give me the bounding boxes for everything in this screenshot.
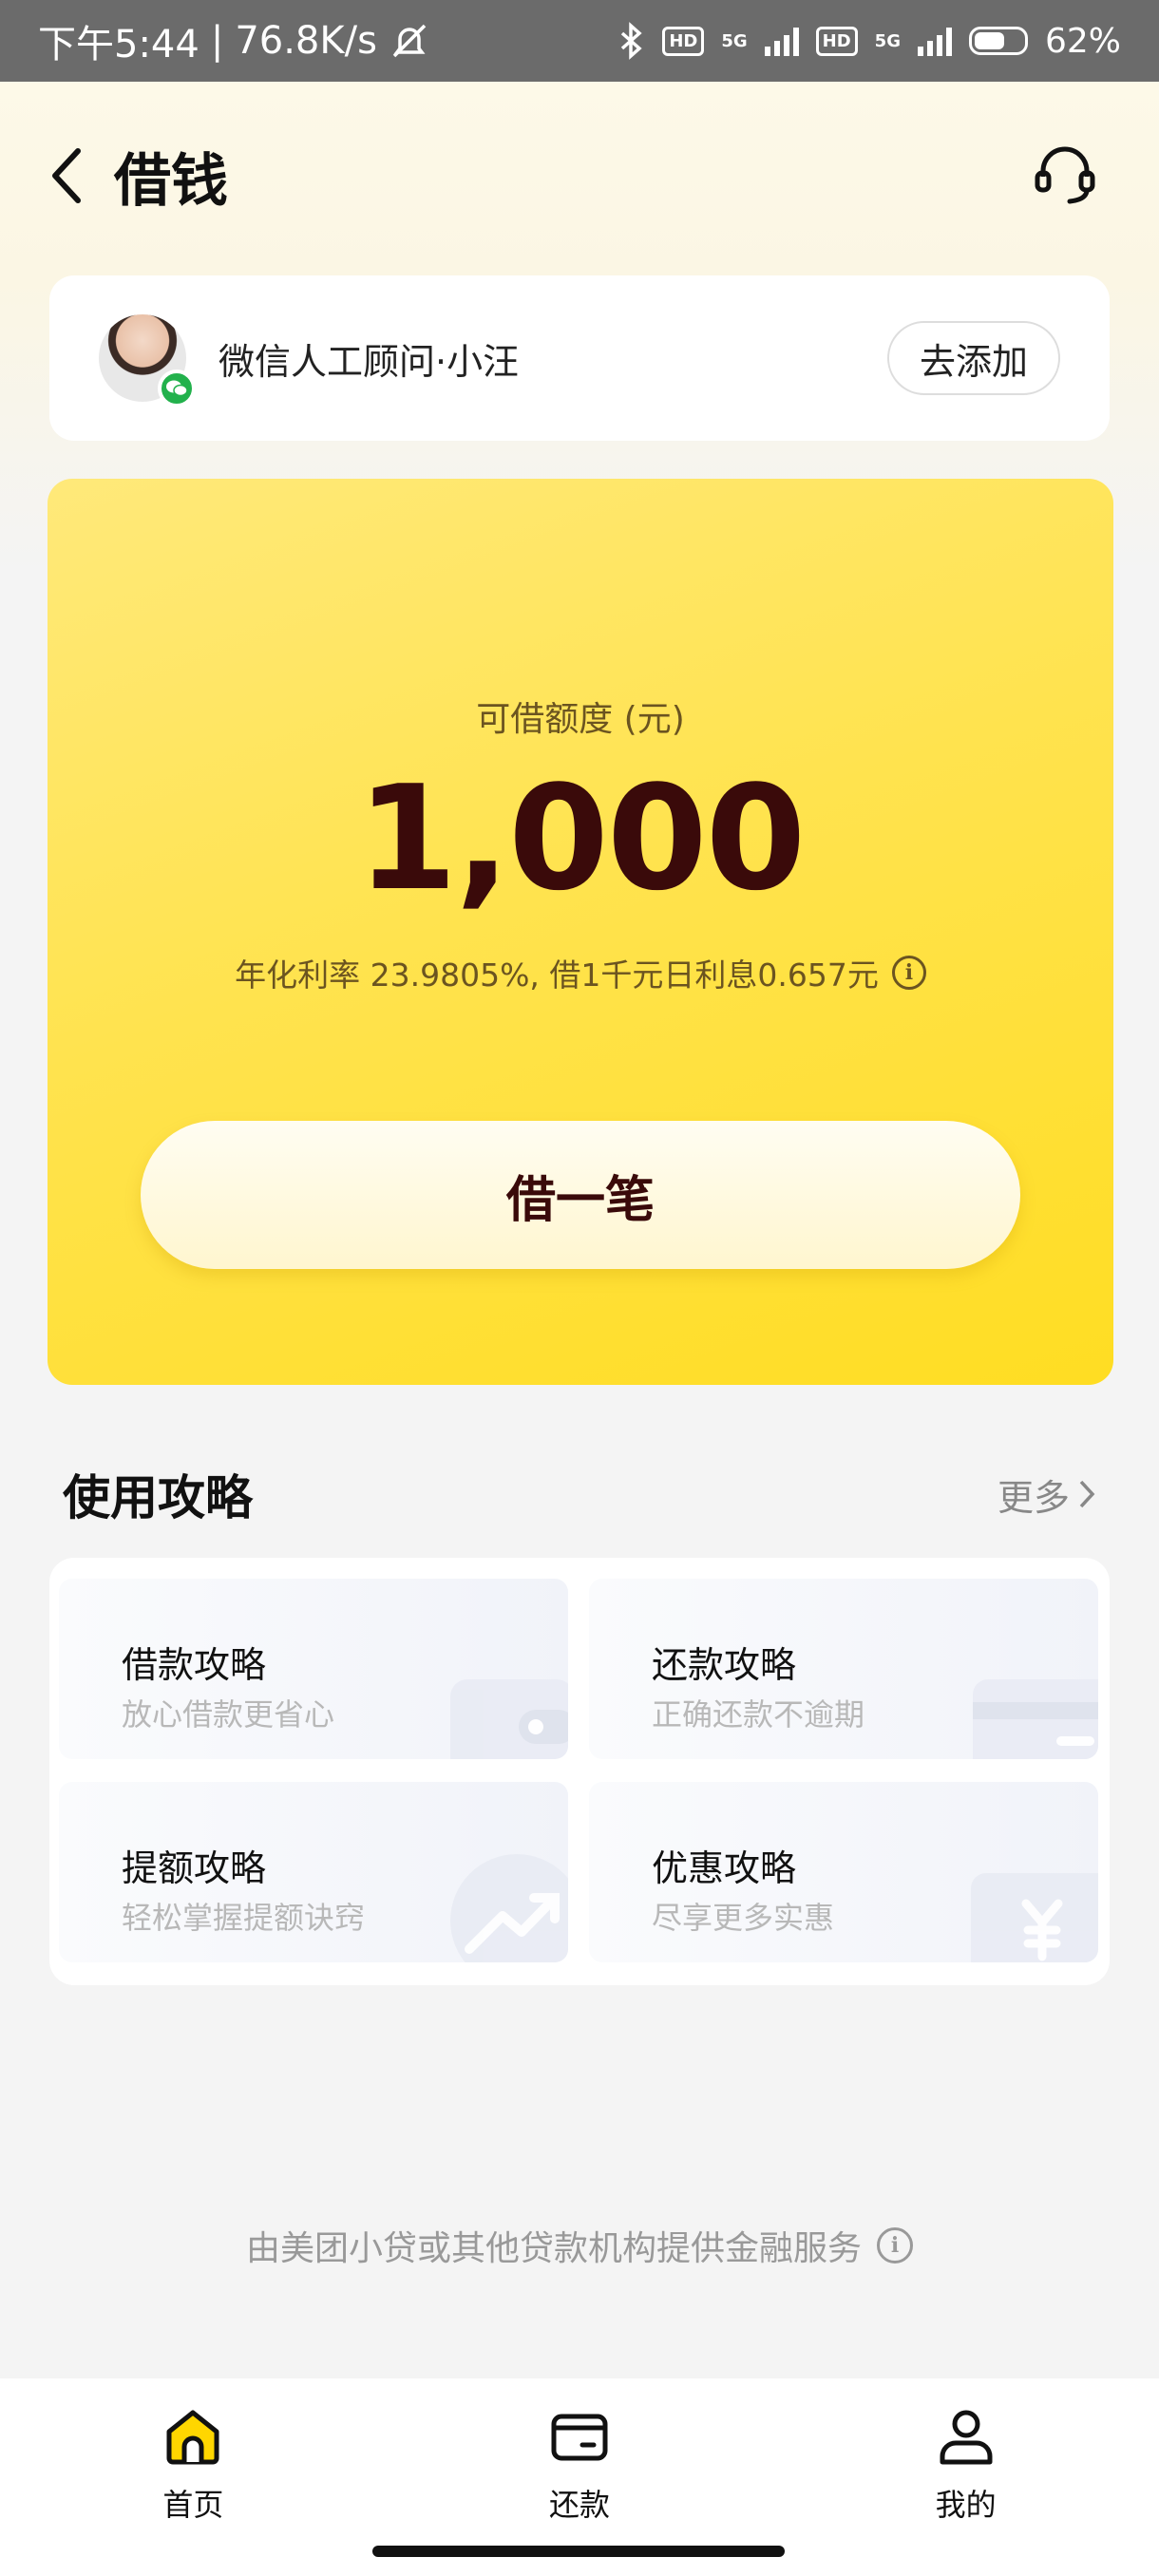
guide-section-title: 使用攻略 — [63, 1470, 253, 1525]
home-icon — [166, 2410, 219, 2465]
signal-icon — [764, 26, 799, 56]
interest-rate-text: 年化利率 23.9805%, 借1千元日利息0.657元 — [235, 957, 879, 994]
guide-item-subtitle: 尽享更多实惠 — [652, 1900, 835, 1936]
card-icon — [973, 1679, 1098, 1759]
status-bar: 下午5:44 | 76.8K/s HD 5G HD 5G 62% — [0, 0, 1159, 82]
page-title: 借钱 — [114, 147, 228, 215]
credit-limit-amount: 1,000 — [356, 754, 807, 922]
guide-item-title: 优惠攻略 — [652, 1847, 797, 1889]
network-type: 5G — [721, 30, 748, 51]
info-icon[interactable]: i — [877, 2227, 913, 2263]
wallet-icon — [551, 2414, 608, 2461]
status-bar-left: 下午5:44 | 76.8K/s — [38, 13, 430, 68]
wallet-icon — [450, 1679, 568, 1759]
wechat-icon — [158, 369, 196, 407]
bluetooth-icon — [621, 22, 642, 60]
advisor-card[interactable]: 微信人工顾问·小汪 去添加 — [49, 275, 1110, 441]
status-net-speed: 76.8K/s — [235, 19, 377, 63]
more-label: 更多 — [997, 1476, 1070, 1519]
battery-percent: 62% — [1044, 21, 1121, 61]
add-advisor-button[interactable]: 去添加 — [887, 321, 1060, 395]
nav-label: 还款 — [549, 2487, 611, 2523]
user-icon — [940, 2410, 993, 2465]
guide-item-limit[interactable]: 提额攻略 轻松掌握提额诀窍 — [59, 1782, 568, 1962]
hd-badge: HD — [662, 26, 705, 56]
trend-up-icon — [450, 1854, 568, 1962]
guide-item-title: 借款攻略 — [122, 1644, 267, 1686]
nav-label: 首页 — [162, 2487, 224, 2523]
guide-item-subtitle: 放心借款更省心 — [122, 1696, 335, 1733]
info-icon[interactable]: i — [891, 956, 926, 990]
interest-rate-line: 年化利率 23.9805%, 借1千元日利息0.657元 i — [48, 950, 1113, 995]
financial-service-text: 由美团小贷或其他贷款机构提供金融服务 — [245, 2229, 862, 2268]
guide-item-borrow[interactable]: 借款攻略 放心借款更省心 — [59, 1579, 568, 1759]
coupon-icon — [971, 1873, 1098, 1962]
network-type: 5G — [874, 30, 901, 51]
nav-label: 我的 — [935, 2487, 997, 2523]
advisor-name: 微信人工顾问·小汪 — [218, 340, 520, 383]
nav-item-home[interactable]: 首页 — [0, 2378, 387, 2576]
header: 借钱 — [0, 133, 1159, 218]
status-divider: | — [210, 19, 224, 63]
guide-item-title: 提额攻略 — [122, 1847, 267, 1889]
guide-item-subtitle: 轻松掌握提额诀窍 — [122, 1900, 366, 1936]
financial-service-note: 由美团小贷或其他贷款机构提供金融服务 i — [0, 2221, 1159, 2270]
home-indicator — [372, 2546, 785, 2557]
status-bar-right: HD 5G HD 5G 62% — [617, 22, 1121, 61]
guide-card: 借款攻略 放心借款更省心 还款攻略 正确还款不逾期 提额攻略 轻松掌握提额诀窍 … — [49, 1558, 1110, 1985]
battery-fill — [974, 32, 1004, 49]
battery-icon — [968, 27, 1028, 55]
signal-icon — [917, 26, 952, 56]
more-link[interactable]: 更多 — [998, 1468, 1096, 1521]
avatar — [99, 314, 196, 407]
mute-bell-icon — [392, 24, 427, 58]
credit-limit-label: 可借额度 (元) — [476, 700, 685, 739]
guide-item-subtitle: 正确还款不逾期 — [652, 1696, 865, 1733]
chevron-right-icon — [1079, 1480, 1095, 1508]
customer-service-icon[interactable] — [1032, 142, 1098, 209]
guide-item-title: 还款攻略 — [652, 1644, 797, 1686]
hd-badge: HD — [815, 26, 858, 56]
guide-section-header: 使用攻略 更多 — [63, 1461, 1096, 1527]
guide-item-discount[interactable]: 优惠攻略 尽享更多实惠 — [589, 1782, 1098, 1962]
nav-item-mine[interactable]: 我的 — [772, 2378, 1159, 2576]
guide-item-repay[interactable]: 还款攻略 正确还款不逾期 — [589, 1579, 1098, 1759]
borrow-button[interactable]: 借一笔 — [141, 1121, 1020, 1269]
back-icon[interactable] — [48, 142, 89, 209]
status-time: 下午5:44 — [38, 23, 200, 66]
credit-card: 可借额度 (元) 1,000 年化利率 23.9805%, 借1千元日利息0.6… — [48, 479, 1113, 1385]
